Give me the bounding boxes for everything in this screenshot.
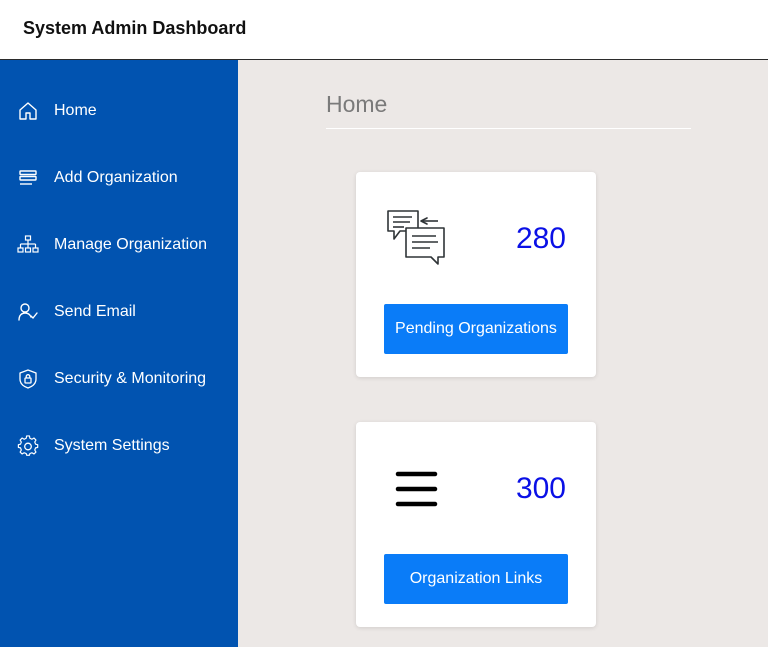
organization-links-button[interactable]: Organization Links [384, 554, 568, 604]
home-icon [17, 100, 39, 122]
top-bar: System Admin Dashboard [0, 0, 768, 60]
sidebar-item-system-settings[interactable]: System Settings [0, 426, 238, 466]
sidebar: Home Add Organization Manage Organizatio… [0, 60, 238, 647]
pending-organizations-card: 280 Pending Organizations [356, 172, 596, 377]
sidebar-item-security-monitoring[interactable]: Security & Monitoring [0, 359, 238, 399]
main-content: Home 280 Pending Organizations 300 Organ… [238, 60, 768, 647]
page-title: Home [326, 91, 388, 117]
sidebar-item-label: Security & Monitoring [54, 370, 207, 387]
organization-links-card: 300 Organization Links [356, 422, 596, 627]
sidebar-item-home[interactable]: Home [0, 91, 238, 131]
pending-organizations-button[interactable]: Pending Organizations [384, 304, 568, 354]
sidebar-item-label: Send Email [54, 303, 136, 320]
app-title: System Admin Dashboard [23, 18, 247, 38]
sidebar-item-manage-organization[interactable]: Manage Organization [0, 225, 238, 265]
user-check-icon [17, 301, 39, 323]
sidebar-item-label: Add Organization [54, 169, 178, 186]
sidebar-item-label: Manage Organization [54, 236, 207, 253]
sidebar-item-send-email[interactable]: Send Email [0, 292, 238, 332]
chat-bubbles-icon [386, 208, 446, 268]
shield-lock-icon [17, 368, 39, 390]
hamburger-menu-icon [386, 458, 446, 518]
sidebar-item-label: System Settings [54, 437, 170, 454]
org-chart-icon [17, 234, 39, 256]
gear-icon [17, 435, 39, 457]
organization-links-count: 300 [515, 472, 566, 505]
sidebar-item-add-organization[interactable]: Add Organization [0, 158, 238, 198]
title-divider [326, 128, 691, 129]
sidebar-item-label: Home [54, 102, 97, 119]
pending-organizations-count: 280 [515, 222, 566, 255]
stack-icon [17, 167, 39, 189]
